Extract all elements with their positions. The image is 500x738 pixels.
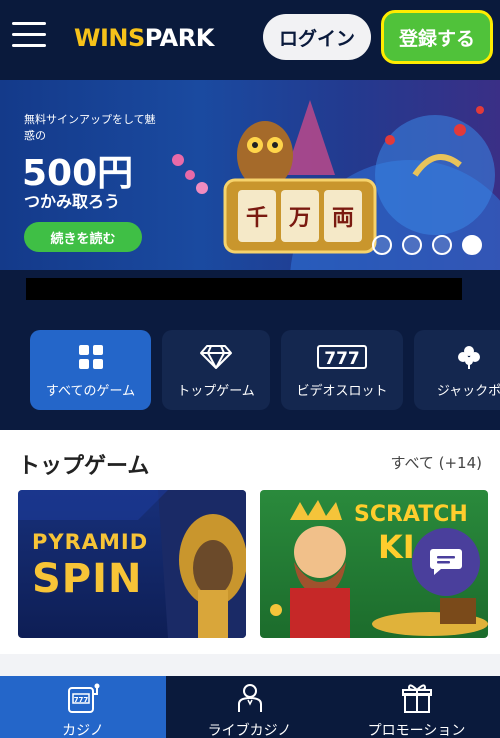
gift-icon <box>333 682 500 713</box>
nav-label: ライブカジノ <box>207 723 292 738</box>
carousel-dot-2[interactable] <box>402 235 422 255</box>
bottom-navigation: 777 カジノ ライブカジノ プロモーション <box>0 676 500 738</box>
menu-icon[interactable] <box>12 20 46 50</box>
carousel-dot-4[interactable] <box>462 235 482 255</box>
redacted-bar <box>26 278 462 300</box>
live-dealer-icon <box>166 682 333 712</box>
tab-jackpot[interactable]: ジャックポ <box>414 330 500 410</box>
clover-icon <box>414 344 500 370</box>
game-title-line2: SPIN <box>32 556 143 602</box>
chat-button[interactable] <box>412 528 480 596</box>
login-button[interactable]: ログイン <box>263 14 371 60</box>
svg-text:777: 777 <box>324 349 360 369</box>
carousel-dot-3[interactable] <box>432 235 452 255</box>
tab-all-games[interactable]: すべてのゲーム <box>30 330 151 410</box>
carousel-dot-1[interactable] <box>372 235 392 255</box>
section-title: トップゲーム <box>18 454 150 479</box>
banner-subtitle: 無料サインアップをして魅惑の <box>24 113 156 142</box>
game-title-line2: KI <box>378 528 415 566</box>
tab-label: ジャックポ <box>436 384 500 399</box>
game-card-pyramid-spin[interactable]: PYRAMID SPIN <box>18 490 246 638</box>
reel-char-3: 両 <box>332 206 354 231</box>
tab-label: トップゲーム <box>177 384 255 399</box>
tab-label: ビデオスロット <box>296 384 388 399</box>
promo-banner[interactable]: 無料サインアップをして魅惑の 500円 つかみ取ろう 続きを読む 千 万 両 <box>0 80 500 270</box>
chat-icon <box>430 549 462 575</box>
site-logo[interactable]: WINSPARK <box>74 24 214 52</box>
tab-video-slots[interactable]: 777 ビデオスロット <box>281 330 403 410</box>
tab-label: すべてのゲーム <box>45 384 136 399</box>
nav-live-casino[interactable]: ライブカジノ <box>166 676 333 738</box>
banner-headline: つかみ取ろう <box>24 192 121 211</box>
tab-top-games[interactable]: トップゲーム <box>162 330 270 410</box>
category-tabs: すべてのゲーム トップゲーム 777 ビデオスロット ジャックポ <box>0 308 500 430</box>
game-title-line1: PYRAMID <box>32 530 149 554</box>
slot-777-icon: 777 <box>281 344 403 370</box>
read-more-button[interactable]: 続きを読む <box>24 222 142 252</box>
reel-char-2: 万 <box>288 206 311 231</box>
content-footer-gap <box>0 654 500 676</box>
reel-char-1: 千 <box>246 206 268 231</box>
grid-icon <box>30 344 151 370</box>
slot-machine-icon: 777 <box>0 682 166 713</box>
see-all-link[interactable]: すべて (+14) <box>391 452 482 473</box>
top-header: WINSPARK ログイン 登録する <box>0 0 500 80</box>
diamond-icon <box>162 344 270 370</box>
carousel-dots <box>372 235 482 255</box>
svg-text:777: 777 <box>74 696 89 704</box>
nav-casino[interactable]: 777 カジノ <box>0 676 166 738</box>
nav-promotions[interactable]: プロモーション <box>333 676 500 738</box>
game-title-line1: SCRATCH <box>354 502 468 527</box>
notice-strip <box>0 270 500 308</box>
nav-label: プロモーション <box>367 723 466 738</box>
register-button[interactable]: 登録する <box>381 10 493 64</box>
nav-label: カジノ <box>62 723 104 738</box>
